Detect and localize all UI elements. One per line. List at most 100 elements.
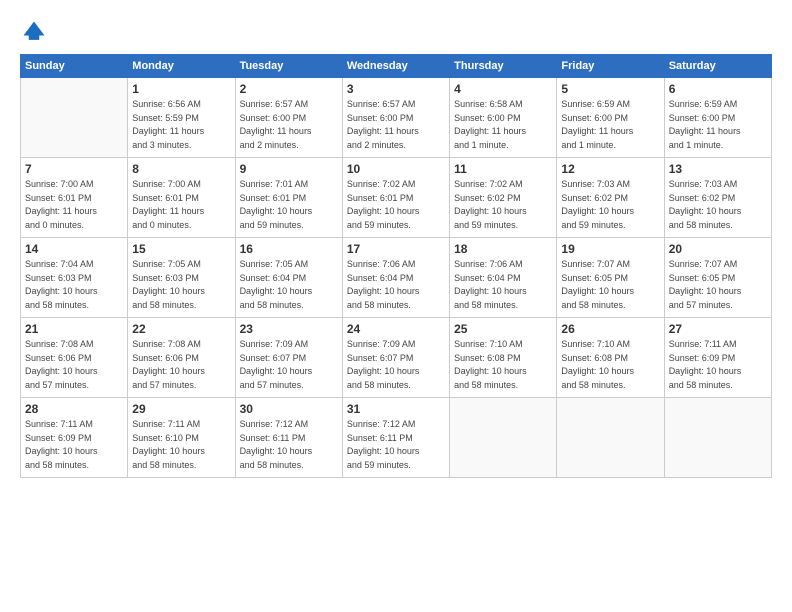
- header-day-tuesday: Tuesday: [235, 55, 342, 78]
- day-info: Sunrise: 7:06 AM Sunset: 6:04 PM Dayligh…: [347, 258, 445, 312]
- calendar-week-row: 28 Sunrise: 7:11 AM Sunset: 6:09 PM Dayli…: [21, 398, 772, 478]
- day-info: Sunrise: 6:56 AM Sunset: 5:59 PM Dayligh…: [132, 98, 230, 152]
- calendar-cell: [664, 398, 771, 478]
- day-info: Sunrise: 7:08 AM Sunset: 6:06 PM Dayligh…: [132, 338, 230, 392]
- calendar-week-row: 21 Sunrise: 7:08 AM Sunset: 6:06 PM Dayli…: [21, 318, 772, 398]
- day-number: 7: [25, 162, 123, 176]
- day-number: 12: [561, 162, 659, 176]
- calendar-cell: 15Sunrise: 7:05 AM Sunset: 6:03 PM Dayli…: [128, 238, 235, 318]
- day-number: 28: [25, 402, 123, 416]
- day-info: Sunrise: 7:10 AM Sunset: 6:08 PM Dayligh…: [454, 338, 552, 392]
- day-info: Sunrise: 6:59 AM Sunset: 6:00 PM Dayligh…: [669, 98, 767, 152]
- calendar-cell: 21 Sunrise: 7:08 AM Sunset: 6:06 PM Dayli…: [21, 318, 128, 398]
- page: SundayMondayTuesdayWednesdayThursdayFrid…: [0, 0, 792, 612]
- calendar-cell: 24Sunrise: 7:09 AM Sunset: 6:07 PM Dayli…: [342, 318, 449, 398]
- day-info: Sunrise: 7:12 AM Sunset: 6:11 PM Dayligh…: [347, 418, 445, 472]
- logo: [20, 18, 52, 46]
- day-info: Sunrise: 6:58 AM Sunset: 6:00 PM Dayligh…: [454, 98, 552, 152]
- day-number: 30: [240, 402, 338, 416]
- day-info: Sunrise: 7:07 AM Sunset: 6:05 PM Dayligh…: [561, 258, 659, 312]
- calendar-cell: 20Sunrise: 7:07 AM Sunset: 6:05 PM Dayli…: [664, 238, 771, 318]
- day-number: 14: [25, 242, 123, 256]
- day-info: Sunrise: 7:00 AM Sunset: 6:01 PM Dayligh…: [25, 178, 123, 232]
- day-info: Sunrise: 6:57 AM Sunset: 6:00 PM Dayligh…: [347, 98, 445, 152]
- calendar-cell: [21, 78, 128, 158]
- day-info: Sunrise: 7:06 AM Sunset: 6:04 PM Dayligh…: [454, 258, 552, 312]
- header-day-thursday: Thursday: [450, 55, 557, 78]
- calendar-cell: 18 Sunrise: 7:06 AM Sunset: 6:04 PM Dayli…: [450, 238, 557, 318]
- calendar-cell: 19 Sunrise: 7:07 AM Sunset: 6:05 PM Dayli…: [557, 238, 664, 318]
- day-number: 31: [347, 402, 445, 416]
- day-number: 13: [669, 162, 767, 176]
- day-info: Sunrise: 7:12 AM Sunset: 6:11 PM Dayligh…: [240, 418, 338, 472]
- calendar-cell: [557, 398, 664, 478]
- day-info: Sunrise: 7:08 AM Sunset: 6:06 PM Dayligh…: [25, 338, 123, 392]
- day-number: 26: [561, 322, 659, 336]
- day-number: 21: [25, 322, 123, 336]
- day-info: Sunrise: 7:01 AM Sunset: 6:01 PM Dayligh…: [240, 178, 338, 232]
- calendar-week-row: 14 Sunrise: 7:04 AM Sunset: 6:03 PM Dayli…: [21, 238, 772, 318]
- day-info: Sunrise: 7:09 AM Sunset: 6:07 PM Dayligh…: [240, 338, 338, 392]
- calendar-cell: 12Sunrise: 7:03 AM Sunset: 6:02 PM Dayli…: [557, 158, 664, 238]
- day-info: Sunrise: 7:03 AM Sunset: 6:02 PM Dayligh…: [669, 178, 767, 232]
- day-number: 16: [240, 242, 338, 256]
- calendar-cell: 22 Sunrise: 7:08 AM Sunset: 6:06 PM Dayli…: [128, 318, 235, 398]
- day-info: Sunrise: 6:59 AM Sunset: 6:00 PM Dayligh…: [561, 98, 659, 152]
- day-info: Sunrise: 6:57 AM Sunset: 6:00 PM Dayligh…: [240, 98, 338, 152]
- logo-icon: [20, 18, 48, 46]
- calendar-cell: 25 Sunrise: 7:10 AM Sunset: 6:08 PM Dayli…: [450, 318, 557, 398]
- calendar-cell: 6Sunrise: 6:59 AM Sunset: 6:00 PM Daylig…: [664, 78, 771, 158]
- day-number: 19: [561, 242, 659, 256]
- calendar-cell: 14 Sunrise: 7:04 AM Sunset: 6:03 PM Dayli…: [21, 238, 128, 318]
- calendar-cell: [450, 398, 557, 478]
- header-day-sunday: Sunday: [21, 55, 128, 78]
- calendar-cell: 5 Sunrise: 6:59 AM Sunset: 6:00 PM Daylig…: [557, 78, 664, 158]
- day-number: 18: [454, 242, 552, 256]
- day-number: 22: [132, 322, 230, 336]
- day-info: Sunrise: 7:11 AM Sunset: 6:09 PM Dayligh…: [669, 338, 767, 392]
- calendar-cell: 8Sunrise: 7:00 AM Sunset: 6:01 PM Daylig…: [128, 158, 235, 238]
- day-number: 1: [132, 82, 230, 96]
- calendar-cell: 7 Sunrise: 7:00 AM Sunset: 6:01 PM Daylig…: [21, 158, 128, 238]
- calendar-cell: 10 Sunrise: 7:02 AM Sunset: 6:01 PM Dayli…: [342, 158, 449, 238]
- day-number: 9: [240, 162, 338, 176]
- day-info: Sunrise: 7:11 AM Sunset: 6:09 PM Dayligh…: [25, 418, 123, 472]
- day-info: Sunrise: 7:00 AM Sunset: 6:01 PM Dayligh…: [132, 178, 230, 232]
- day-info: Sunrise: 7:02 AM Sunset: 6:01 PM Dayligh…: [347, 178, 445, 232]
- day-number: 5: [561, 82, 659, 96]
- day-number: 11: [454, 162, 552, 176]
- calendar-cell: 16 Sunrise: 7:05 AM Sunset: 6:04 PM Dayli…: [235, 238, 342, 318]
- day-number: 29: [132, 402, 230, 416]
- day-info: Sunrise: 7:10 AM Sunset: 6:08 PM Dayligh…: [561, 338, 659, 392]
- header: [20, 18, 772, 46]
- calendar-cell: 27Sunrise: 7:11 AM Sunset: 6:09 PM Dayli…: [664, 318, 771, 398]
- calendar-cell: 13 Sunrise: 7:03 AM Sunset: 6:02 PM Dayli…: [664, 158, 771, 238]
- calendar-cell: 31 Sunrise: 7:12 AM Sunset: 6:11 PM Dayli…: [342, 398, 449, 478]
- day-number: 17: [347, 242, 445, 256]
- calendar-cell: 28 Sunrise: 7:11 AM Sunset: 6:09 PM Dayli…: [21, 398, 128, 478]
- calendar-header-row: SundayMondayTuesdayWednesdayThursdayFrid…: [21, 55, 772, 78]
- calendar-cell: 23 Sunrise: 7:09 AM Sunset: 6:07 PM Dayli…: [235, 318, 342, 398]
- day-number: 24: [347, 322, 445, 336]
- calendar-week-row: 1 Sunrise: 6:56 AM Sunset: 5:59 PM Daylig…: [21, 78, 772, 158]
- calendar-cell: 11 Sunrise: 7:02 AM Sunset: 6:02 PM Dayli…: [450, 158, 557, 238]
- day-number: 4: [454, 82, 552, 96]
- day-number: 3: [347, 82, 445, 96]
- calendar-table: SundayMondayTuesdayWednesdayThursdayFrid…: [20, 54, 772, 478]
- calendar-cell: 2Sunrise: 6:57 AM Sunset: 6:00 PM Daylig…: [235, 78, 342, 158]
- calendar-cell: 26 Sunrise: 7:10 AM Sunset: 6:08 PM Dayli…: [557, 318, 664, 398]
- day-info: Sunrise: 7:02 AM Sunset: 6:02 PM Dayligh…: [454, 178, 552, 232]
- day-info: Sunrise: 7:05 AM Sunset: 6:04 PM Dayligh…: [240, 258, 338, 312]
- day-info: Sunrise: 7:04 AM Sunset: 6:03 PM Dayligh…: [25, 258, 123, 312]
- day-number: 25: [454, 322, 552, 336]
- calendar-cell: 29 Sunrise: 7:11 AM Sunset: 6:10 PM Dayli…: [128, 398, 235, 478]
- day-number: 23: [240, 322, 338, 336]
- day-info: Sunrise: 7:11 AM Sunset: 6:10 PM Dayligh…: [132, 418, 230, 472]
- day-number: 20: [669, 242, 767, 256]
- calendar-cell: 4 Sunrise: 6:58 AM Sunset: 6:00 PM Daylig…: [450, 78, 557, 158]
- header-day-friday: Friday: [557, 55, 664, 78]
- calendar-cell: 17 Sunrise: 7:06 AM Sunset: 6:04 PM Dayli…: [342, 238, 449, 318]
- calendar-cell: 9 Sunrise: 7:01 AM Sunset: 6:01 PM Daylig…: [235, 158, 342, 238]
- day-number: 10: [347, 162, 445, 176]
- day-number: 15: [132, 242, 230, 256]
